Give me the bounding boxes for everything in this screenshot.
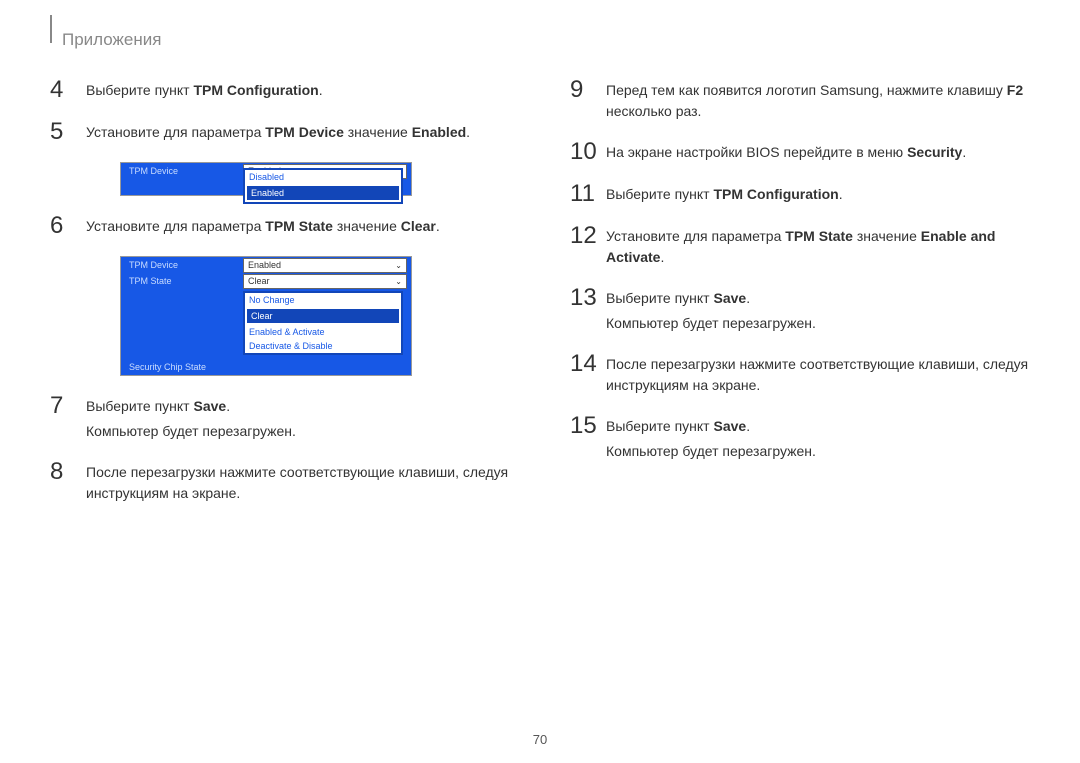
step-subtext: Компьютер будет перезагружен. [86,421,296,442]
step-11: 11 Выберите пункт TPM Configuration. [570,182,1030,206]
step-subtext: Компьютер будет перезагружен. [606,313,816,334]
step-text: Выберите пункт Save. Компьютер будет пер… [606,286,816,334]
left-column: 4 Выберите пункт TPM Configuration. 5 Ус… [50,78,510,522]
step-text: После перезагрузки нажмите соответствующ… [606,352,1030,396]
bios-option: Disabled [245,170,401,184]
step-9: 9 Перед тем как появится логотип Samsung… [570,78,1030,122]
step-4: 4 Выберите пункт TPM Configuration. [50,78,510,102]
step-number: 8 [50,460,86,484]
step-number: 15 [570,414,606,438]
step-number: 11 [570,182,606,206]
step-12: 12 Установите для параметра TPM State зн… [570,224,1030,268]
step-number: 6 [50,214,86,238]
step-5: 5 Установите для параметра TPM Device зн… [50,120,510,144]
step-number: 13 [570,286,606,310]
step-8: 8 После перезагрузки нажмите соответству… [50,460,510,504]
step-number: 10 [570,140,606,164]
step-14: 14 После перезагрузки нажмите соответств… [570,352,1030,396]
step-text: Установите для параметра TPM State значе… [606,224,1030,268]
right-column: 9 Перед тем как появится логотип Samsung… [570,78,1030,522]
header-accent-rule [50,15,52,43]
bios-field-label: Security Chip State [121,359,243,375]
bios-option: No Change [245,293,401,307]
bios-screenshot-tpm-state: TPM DeviceEnabled⌄TPM StateClear⌄No Chan… [120,256,412,376]
step-number: 12 [570,224,606,248]
step-6: 6 Установите для параметра TPM State зна… [50,214,510,238]
step-15: 15 Выберите пункт Save. Компьютер будет … [570,414,1030,462]
page-header: Приложения [62,30,1030,50]
chevron-down-icon: ⌄ [395,261,402,270]
step-13: 13 Выберите пункт Save. Компьютер будет … [570,286,1030,334]
bios-dropdown: No ChangeClearEnabled & ActivateDeactiva… [243,291,403,355]
step-7: 7 Выберите пункт Save. Компьютер будет п… [50,394,510,442]
bios-option: Enabled [246,185,400,201]
step-number: 9 [570,78,606,102]
bios-dropdown: DisabledEnabled [243,168,403,204]
bios-option: Enabled & Activate [245,325,401,339]
step-subtext: Компьютер будет перезагружен. [606,441,816,462]
bios-select: Enabled⌄ [243,258,407,273]
bios-field-label: TPM Device [121,257,243,273]
step-10: 10 На экране настройки BIOS перейдите в … [570,140,1030,164]
step-text: На экране настройки BIOS перейдите в мен… [606,140,966,163]
bios-field-label: TPM Device [121,163,243,179]
step-number: 7 [50,394,86,418]
step-number: 14 [570,352,606,376]
step-text: Перед тем как появится логотип Samsung, … [606,78,1030,122]
content-columns: 4 Выберите пункт TPM Configuration. 5 Ус… [50,78,1030,522]
step-text: Выберите пункт Save. Компьютер будет пер… [606,414,816,462]
bios-option: Deactivate & Disable [245,339,401,353]
bios-screenshot-tpm-device: TPM Device Enabled⌄ DisabledEnabled [120,162,412,196]
step-text: После перезагрузки нажмите соответствующ… [86,460,510,504]
step-text: Выберите пункт Save. Компьютер будет пер… [86,394,296,442]
step-number: 5 [50,120,86,144]
bios-option: Clear [246,308,400,324]
step-text: Установите для параметра TPM State значе… [86,214,440,237]
step-text: Выберите пункт TPM Configuration. [606,182,843,205]
step-text: Выберите пункт TPM Configuration. [86,78,323,101]
step-number: 4 [50,78,86,102]
bios-select: Clear⌄ [243,274,407,289]
step-text: Установите для параметра TPM Device знач… [86,120,470,143]
page-number: 70 [0,732,1080,747]
bios-field-label: TPM State [121,273,243,289]
document-page: Приложения 4 Выберите пункт TPM Configur… [0,0,1080,763]
chevron-down-icon: ⌄ [395,277,402,286]
